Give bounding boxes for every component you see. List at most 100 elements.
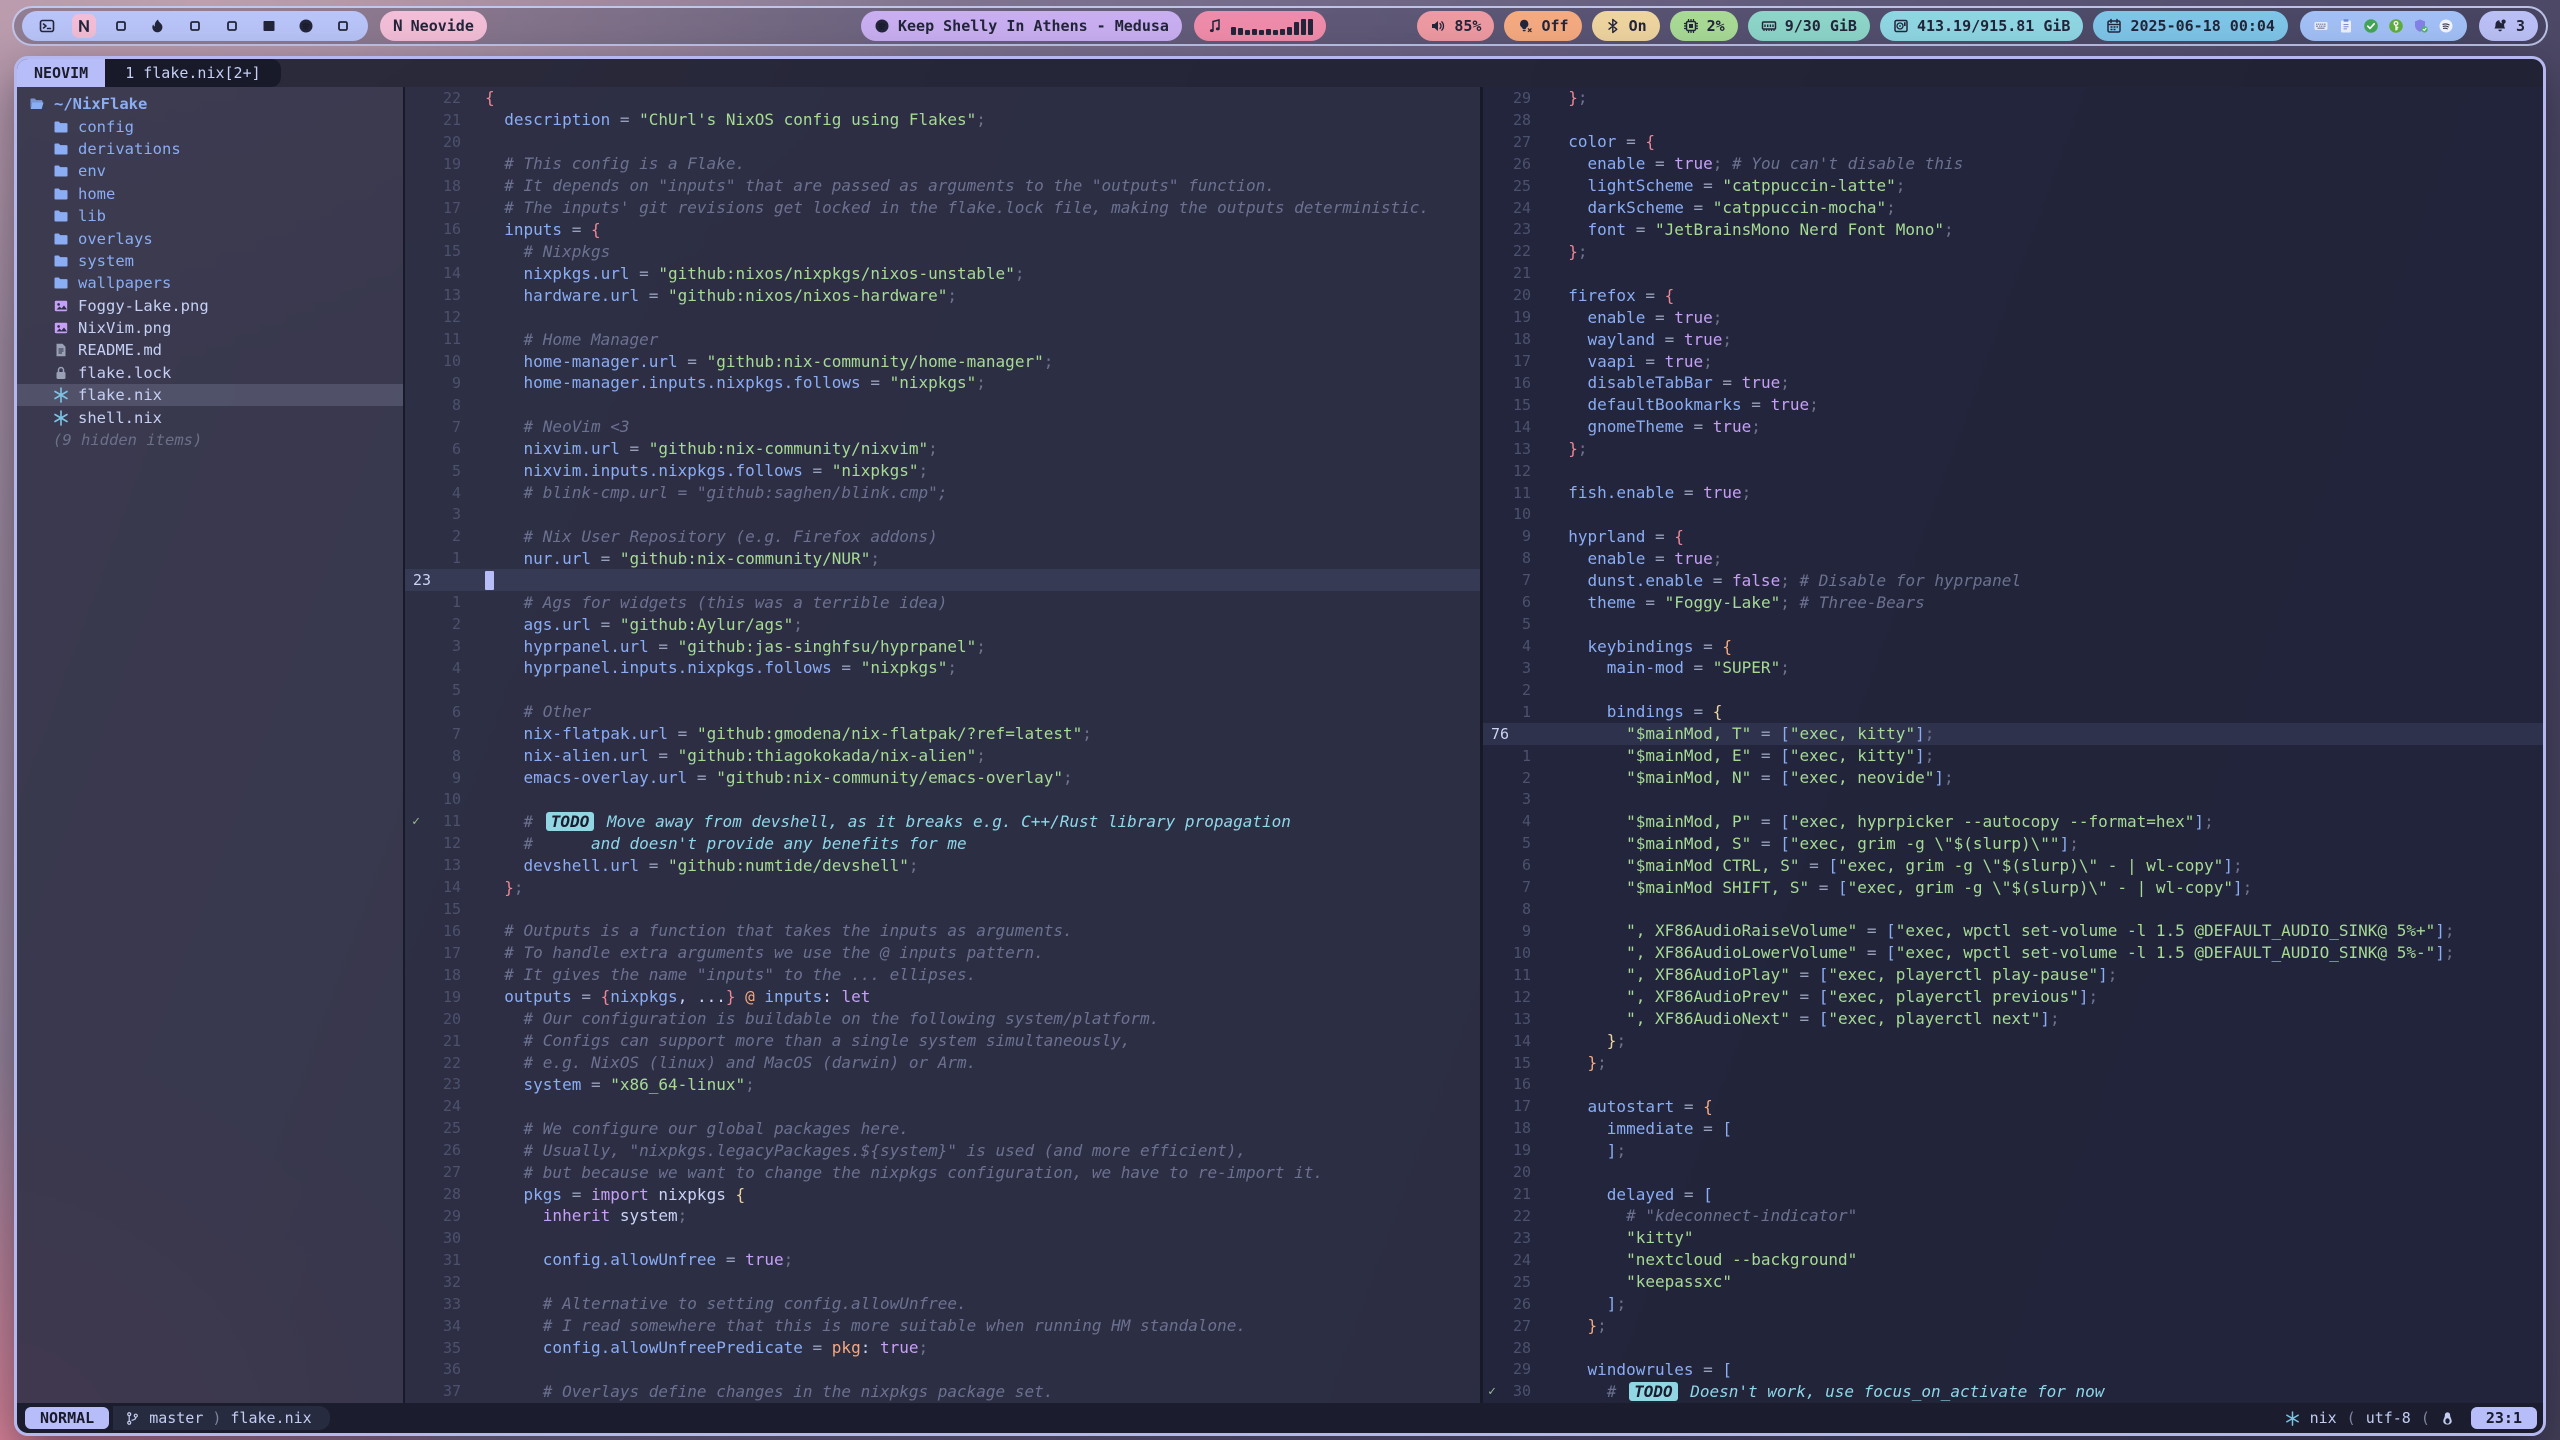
code-line[interactable]: 28: [1483, 1337, 2543, 1359]
tray-check-circle-icon[interactable]: [2363, 18, 2379, 34]
code-line[interactable]: 22 };: [1483, 240, 2543, 262]
module-idle[interactable]: Off: [1504, 11, 1581, 41]
code-line[interactable]: 19 outputs = {nixpkgs, ...} @ inputs: le…: [405, 986, 1480, 1008]
code-line[interactable]: 10: [405, 789, 1480, 811]
code-line[interactable]: 24: [405, 1095, 1480, 1117]
workspace-5-square[interactable]: [183, 14, 207, 38]
code-line[interactable]: 23 system = "x86_64-linux";: [405, 1073, 1480, 1095]
code-line[interactable]: 5: [405, 679, 1480, 701]
tree-item-flake-nix[interactable]: flake.nix: [17, 384, 403, 406]
tree-item-system[interactable]: system: [17, 250, 403, 272]
code-line[interactable]: 21 # Configs can support more than a sin…: [405, 1030, 1480, 1052]
tray-key-icon[interactable]: [2388, 18, 2404, 34]
tree-item-wallpapers[interactable]: wallpapers: [17, 272, 403, 294]
code-line[interactable]: 19 # This config is a Flake.: [405, 153, 1480, 175]
workspace-1-terminal[interactable]: [35, 14, 59, 38]
code-line[interactable]: 2 ags.url = "github:Aylur/ags";: [405, 613, 1480, 635]
code-line[interactable]: 20 firefox = {: [1483, 284, 2543, 306]
code-line[interactable]: ✓30 # TODO Doesn't work, use focus_on_ac…: [1483, 1380, 2543, 1402]
code-line[interactable]: 18 # It gives the name "inputs" to the .…: [405, 964, 1480, 986]
code-line[interactable]: 4 keybindings = {: [1483, 635, 2543, 657]
code-line[interactable]: 12 # and doesn't provide any benefits fo…: [405, 832, 1480, 854]
code-line-current[interactable]: 23: [405, 569, 1480, 591]
code-line[interactable]: 28: [1483, 109, 2543, 131]
tab-flake-nix[interactable]: 1 flake.nix[2+]: [105, 59, 280, 87]
code-line[interactable]: 9 emacs-overlay.url = "github:nix-commun…: [405, 767, 1480, 789]
code-line[interactable]: 1 nur.url = "github:nix-community/NUR";: [405, 547, 1480, 569]
code-line[interactable]: 20: [405, 131, 1480, 153]
code-line[interactable]: 1 "$mainMod, E" = ["exec, kitty"];: [1483, 745, 2543, 767]
code-line[interactable]: 12: [1483, 460, 2543, 482]
editor-pane-left[interactable]: 22{21 description = "ChUrl's NixOS confi…: [403, 87, 1480, 1403]
code-line[interactable]: 9 hyprland = {: [1483, 525, 2543, 547]
code-line[interactable]: 10: [1483, 504, 2543, 526]
workspace-2-neovim[interactable]: [72, 14, 96, 38]
code-line[interactable]: 3 hyprpanel.url = "github:jas-singhfsu/h…: [405, 635, 1480, 657]
code-line[interactable]: 17 vaapi = true;: [1483, 350, 2543, 372]
workspace-7-box[interactable]: [257, 14, 281, 38]
code-line[interactable]: 23 "kitty": [1483, 1227, 2543, 1249]
workspace-4-flame[interactable]: [146, 14, 170, 38]
workspace-8-spotify[interactable]: [294, 14, 318, 38]
tree-item-env[interactable]: env: [17, 160, 403, 182]
module-memory[interactable]: 9/30 GiB: [1748, 11, 1870, 41]
code-line[interactable]: 32: [405, 1271, 1480, 1293]
code-line[interactable]: 22 # e.g. NixOS (linux) and MacOS (darwi…: [405, 1052, 1480, 1074]
module-volume[interactable]: 85%: [1417, 11, 1494, 41]
code-line[interactable]: 4 # blink-cmp.url = "github:saghen/blink…: [405, 482, 1480, 504]
code-line[interactable]: 24 "nextcloud --background": [1483, 1249, 2543, 1271]
code-line[interactable]: 21 description = "ChUrl's NixOS config u…: [405, 109, 1480, 131]
code-line[interactable]: 34 # I read somewhere that this is more …: [405, 1315, 1480, 1337]
code-line[interactable]: 16 # Outputs is a function that takes th…: [405, 920, 1480, 942]
code-line[interactable]: 5 nixvim.inputs.nixpkgs.follows = "nixpk…: [405, 460, 1480, 482]
module-clock[interactable]: 2025-06-18 00:04: [2093, 11, 2288, 41]
code-line[interactable]: 7 # NeoVim <3: [405, 416, 1480, 438]
code-line[interactable]: 6 "$mainMod CTRL, S" = ["exec, grim -g \…: [1483, 854, 2543, 876]
code-line[interactable]: 11 ", XF86AudioPlay" = ["exec, playerctl…: [1483, 964, 2543, 986]
workspace-3-square[interactable]: [109, 14, 133, 38]
code-line[interactable]: 20 # Our configuration is buildable on t…: [405, 1008, 1480, 1030]
code-line[interactable]: 20: [1483, 1161, 2543, 1183]
code-line[interactable]: 13 devshell.url = "github:numtide/devshe…: [405, 854, 1480, 876]
code-line[interactable]: 8: [1483, 898, 2543, 920]
code-line[interactable]: 7 nix-flatpak.url = "github:gmodena/nix-…: [405, 723, 1480, 745]
tree-item-foggy-lake-png[interactable]: Foggy-Lake.png: [17, 295, 403, 317]
code-line[interactable]: 18 immediate = [: [1483, 1117, 2543, 1139]
code-line[interactable]: 17 # To handle extra arguments we use th…: [405, 942, 1480, 964]
code-line[interactable]: 2 "$mainMod, N" = ["exec, neovide"];: [1483, 767, 2543, 789]
code-line[interactable]: 19 enable = true;: [1483, 306, 2543, 328]
code-line[interactable]: 15 # Nixpkgs: [405, 240, 1480, 262]
code-line[interactable]: 27 # but because we want to change the n…: [405, 1161, 1480, 1183]
code-line[interactable]: 35 config.allowUnfreePredicate = pkg: tr…: [405, 1337, 1480, 1359]
editor-pane-right[interactable]: 29 };2827 color = {26 enable = true; # Y…: [1480, 87, 2543, 1403]
code-line-current[interactable]: 76 "$mainMod, T" = ["exec, kitty"];: [1483, 723, 2543, 745]
code-line[interactable]: 29 windowrules = [: [1483, 1358, 2543, 1380]
code-line[interactable]: 26 ];: [1483, 1293, 2543, 1315]
code-line[interactable]: 13 };: [1483, 438, 2543, 460]
code-line[interactable]: 14 nixpkgs.url = "github:nixos/nixpkgs/n…: [405, 262, 1480, 284]
code-line[interactable]: 36: [405, 1358, 1480, 1380]
code-line[interactable]: 11 fish.enable = true;: [1483, 482, 2543, 504]
code-line[interactable]: 22 # "kdeconnect-indicator": [1483, 1205, 2543, 1227]
code-line[interactable]: 1 bindings = {: [1483, 701, 2543, 723]
code-line[interactable]: 30: [405, 1227, 1480, 1249]
tree-item-shell-nix[interactable]: shell.nix: [17, 406, 403, 428]
code-line[interactable]: 29 inherit system;: [405, 1205, 1480, 1227]
code-line[interactable]: ✓11 # TODO Move away from devshell, as i…: [405, 810, 1480, 832]
audio-visualizer-pill[interactable]: [1194, 11, 1326, 41]
code-line[interactable]: 6 nixvim.url = "github:nix-community/nix…: [405, 438, 1480, 460]
code-line[interactable]: 25 lightScheme = "catppuccin-latte";: [1483, 175, 2543, 197]
code-line[interactable]: 17 autostart = {: [1483, 1095, 2543, 1117]
code-line[interactable]: 27 color = {: [1483, 131, 2543, 153]
active-window-pill[interactable]: N Neovide: [380, 11, 487, 41]
workspace-9-square[interactable]: [331, 14, 355, 38]
module-cpu[interactable]: 2%: [1670, 11, 1738, 41]
code-line[interactable]: 14 gnomeTheme = true;: [1483, 416, 2543, 438]
code-line[interactable]: 3: [405, 504, 1480, 526]
code-line[interactable]: 1 # Ags for widgets (this was a terrible…: [405, 591, 1480, 613]
code-line[interactable]: 25 # We configure our global packages he…: [405, 1117, 1480, 1139]
code-line[interactable]: 22{: [405, 87, 1480, 109]
tray-clipboard-icon[interactable]: [2338, 18, 2354, 34]
code-line[interactable]: 21 delayed = [: [1483, 1183, 2543, 1205]
code-line[interactable]: 11 # Home Manager: [405, 328, 1480, 350]
